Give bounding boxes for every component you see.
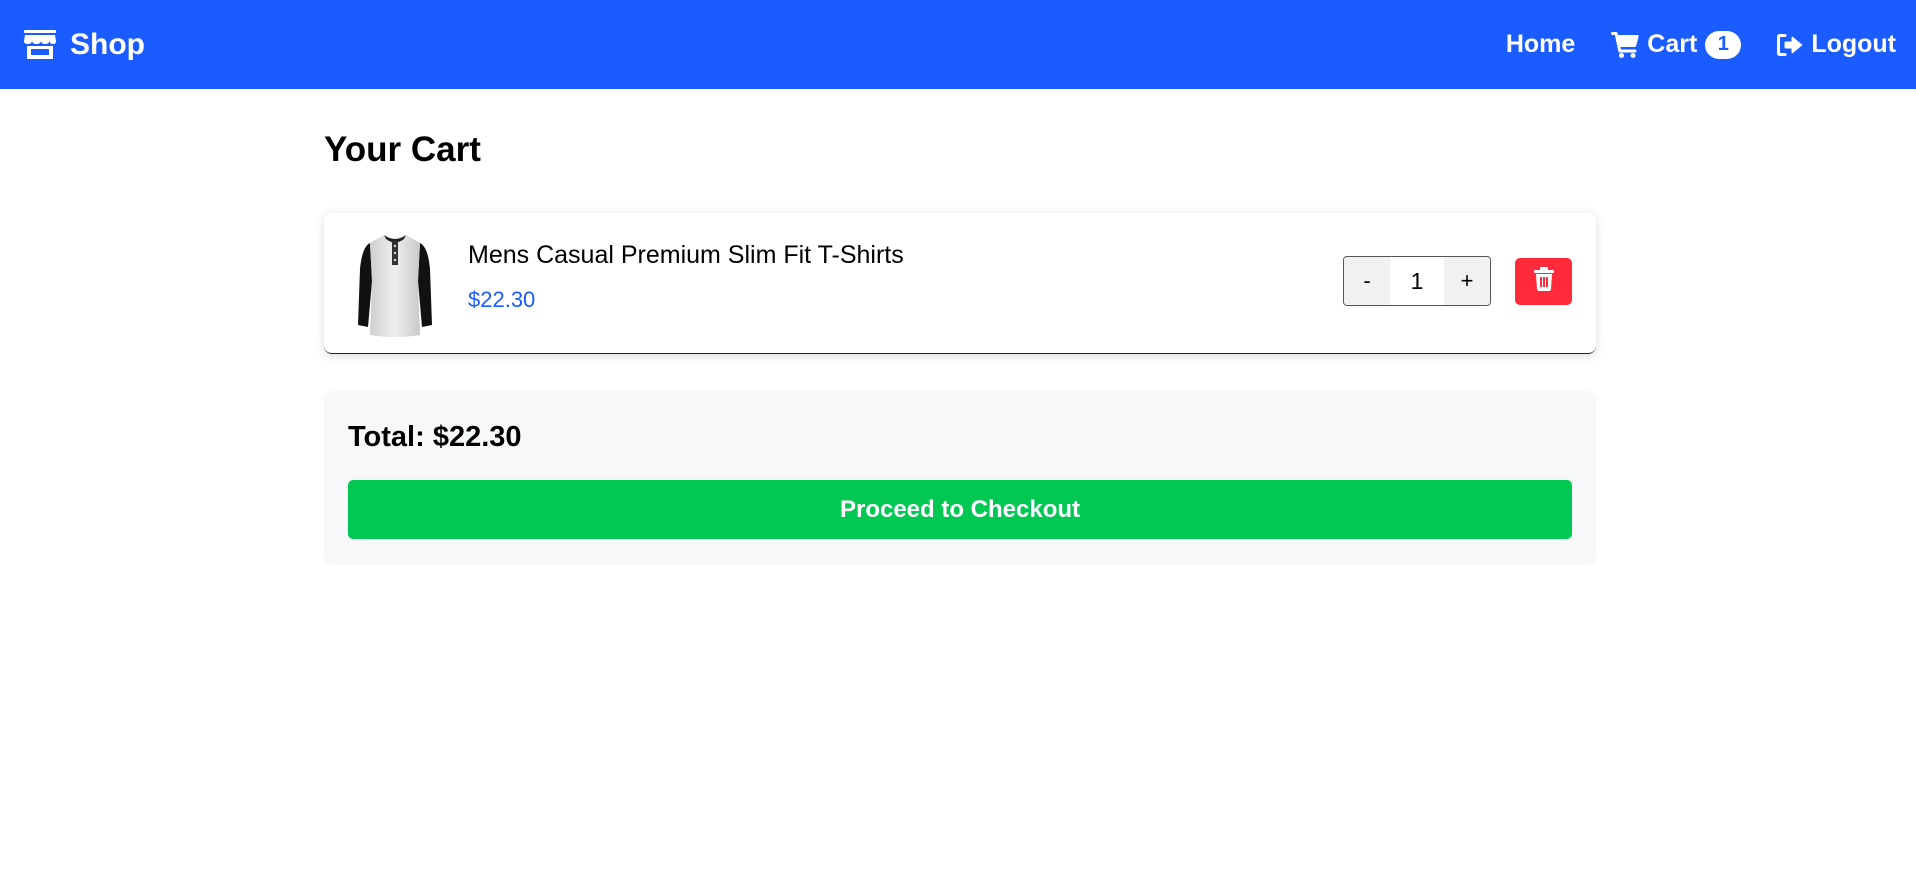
increment-button[interactable]: + [1444, 257, 1490, 305]
navbar: Shop Home Cart 1 Logout [0, 0, 1916, 89]
page-title: Your Cart [324, 130, 481, 169]
nav-cart-link[interactable]: Cart 1 [1611, 30, 1742, 59]
nav-logout-label: Logout [1811, 30, 1896, 58]
checkout-button[interactable]: Proceed to Checkout [348, 480, 1572, 539]
tshirt-image [356, 229, 434, 339]
nav-cart-label: Cart [1647, 30, 1698, 58]
nav-home-link[interactable]: Home [1506, 30, 1575, 59]
trash-icon [1533, 267, 1554, 296]
brand-label: Shop [70, 27, 145, 61]
quantity-stepper: - 1 + [1343, 256, 1491, 306]
total-label: Total: [348, 421, 425, 453]
total-line: Total: $22.30 [348, 421, 522, 454]
nav-links: Home Cart 1 Logout [1506, 30, 1896, 59]
logout-icon [1777, 33, 1803, 56]
cart-summary: Total: $22.30 Proceed to Checkout [324, 391, 1596, 565]
nav-home-label: Home [1505, 30, 1576, 58]
remove-item-button[interactable] [1515, 258, 1572, 305]
brand-link[interactable]: Shop [24, 28, 145, 62]
item-name: Mens Casual Premium Slim Fit T-Shirts [468, 241, 904, 269]
quantity-value[interactable]: 1 [1390, 257, 1444, 305]
total-value: $22.30 [432, 421, 522, 453]
cart-item: Mens Casual Premium Slim Fit T-Shirts $2… [324, 213, 1596, 354]
cart-icon [1611, 31, 1639, 58]
decrement-button[interactable]: - [1344, 257, 1390, 305]
nav-logout-link[interactable]: Logout [1777, 30, 1896, 59]
item-price: $22.30 [468, 287, 536, 312]
cart-count-badge: 1 [1705, 30, 1742, 59]
store-icon [24, 30, 56, 59]
